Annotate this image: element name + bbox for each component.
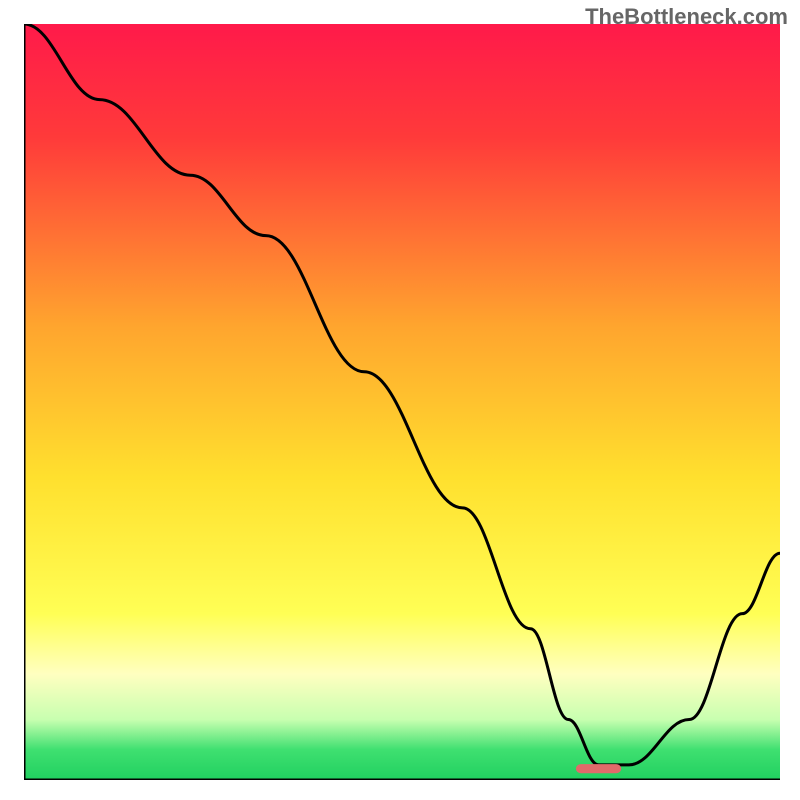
- plot-area: [24, 24, 780, 780]
- chart-svg: [24, 24, 780, 780]
- optimal-marker: [576, 764, 621, 773]
- gradient-background: [24, 24, 780, 780]
- watermark-text: TheBottleneck.com: [585, 4, 788, 30]
